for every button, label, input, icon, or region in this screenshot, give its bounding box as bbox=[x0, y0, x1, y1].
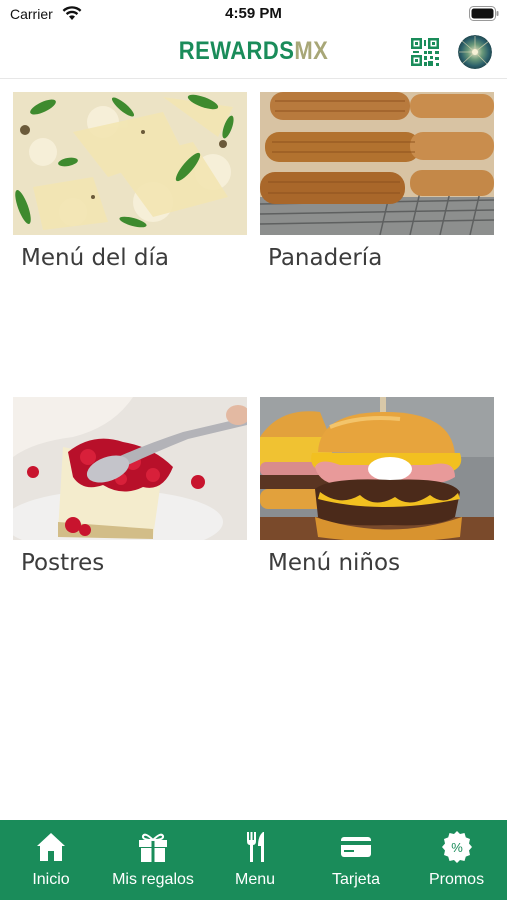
home-icon bbox=[37, 833, 65, 861]
category-label: Panadería bbox=[268, 245, 383, 271]
category-card-postres[interactable]: Postres bbox=[13, 397, 247, 597]
tab-menu[interactable]: Menu bbox=[204, 820, 306, 900]
burger-photo bbox=[260, 397, 494, 540]
card-icon bbox=[341, 837, 371, 857]
tab-tarjeta[interactable]: Tarjeta bbox=[306, 820, 406, 900]
clock: 4:59 PM bbox=[225, 5, 282, 22]
tab-label: Mis regalos bbox=[112, 871, 194, 888]
risotto-photo bbox=[13, 92, 247, 235]
percent-badge-icon: % bbox=[441, 831, 472, 863]
status-bar: Carrier 4:59 PM bbox=[0, 0, 507, 28]
avatar[interactable] bbox=[458, 35, 492, 69]
tab-promos[interactable]: % Promos bbox=[406, 820, 507, 900]
cheesecake-photo bbox=[13, 397, 247, 540]
tab-label: Inicio bbox=[32, 871, 70, 888]
tab-label: Menu bbox=[234, 871, 276, 888]
qr-code-icon[interactable] bbox=[411, 38, 439, 66]
app-header: REWARDSMX bbox=[0, 28, 507, 79]
tab-inicio[interactable]: Inicio bbox=[0, 820, 102, 900]
tab-label: Tarjeta bbox=[331, 871, 381, 888]
tab-label: Promos bbox=[428, 871, 485, 888]
churros-photo bbox=[260, 92, 494, 235]
category-label: Menú niños bbox=[268, 550, 401, 576]
svg-text:%: % bbox=[451, 840, 463, 855]
category-label: Menú del día bbox=[21, 245, 169, 271]
battery-icon bbox=[469, 6, 499, 21]
fork-knife-icon bbox=[247, 832, 264, 862]
category-card-menu-ninos[interactable]: Menú niños bbox=[260, 397, 494, 597]
tab-bar: Inicio Mis regalos Menu Tarjeta % Promos bbox=[0, 820, 507, 900]
category-card-menu-del-dia[interactable]: Menú del día bbox=[13, 92, 247, 292]
category-label: Postres bbox=[21, 550, 105, 576]
category-card-panaderia[interactable]: Panadería bbox=[260, 92, 494, 292]
brand-logo: REWARDSMX bbox=[178, 37, 329, 65]
gift-icon bbox=[139, 833, 167, 862]
tab-mis-regalos[interactable]: Mis regalos bbox=[102, 820, 204, 900]
